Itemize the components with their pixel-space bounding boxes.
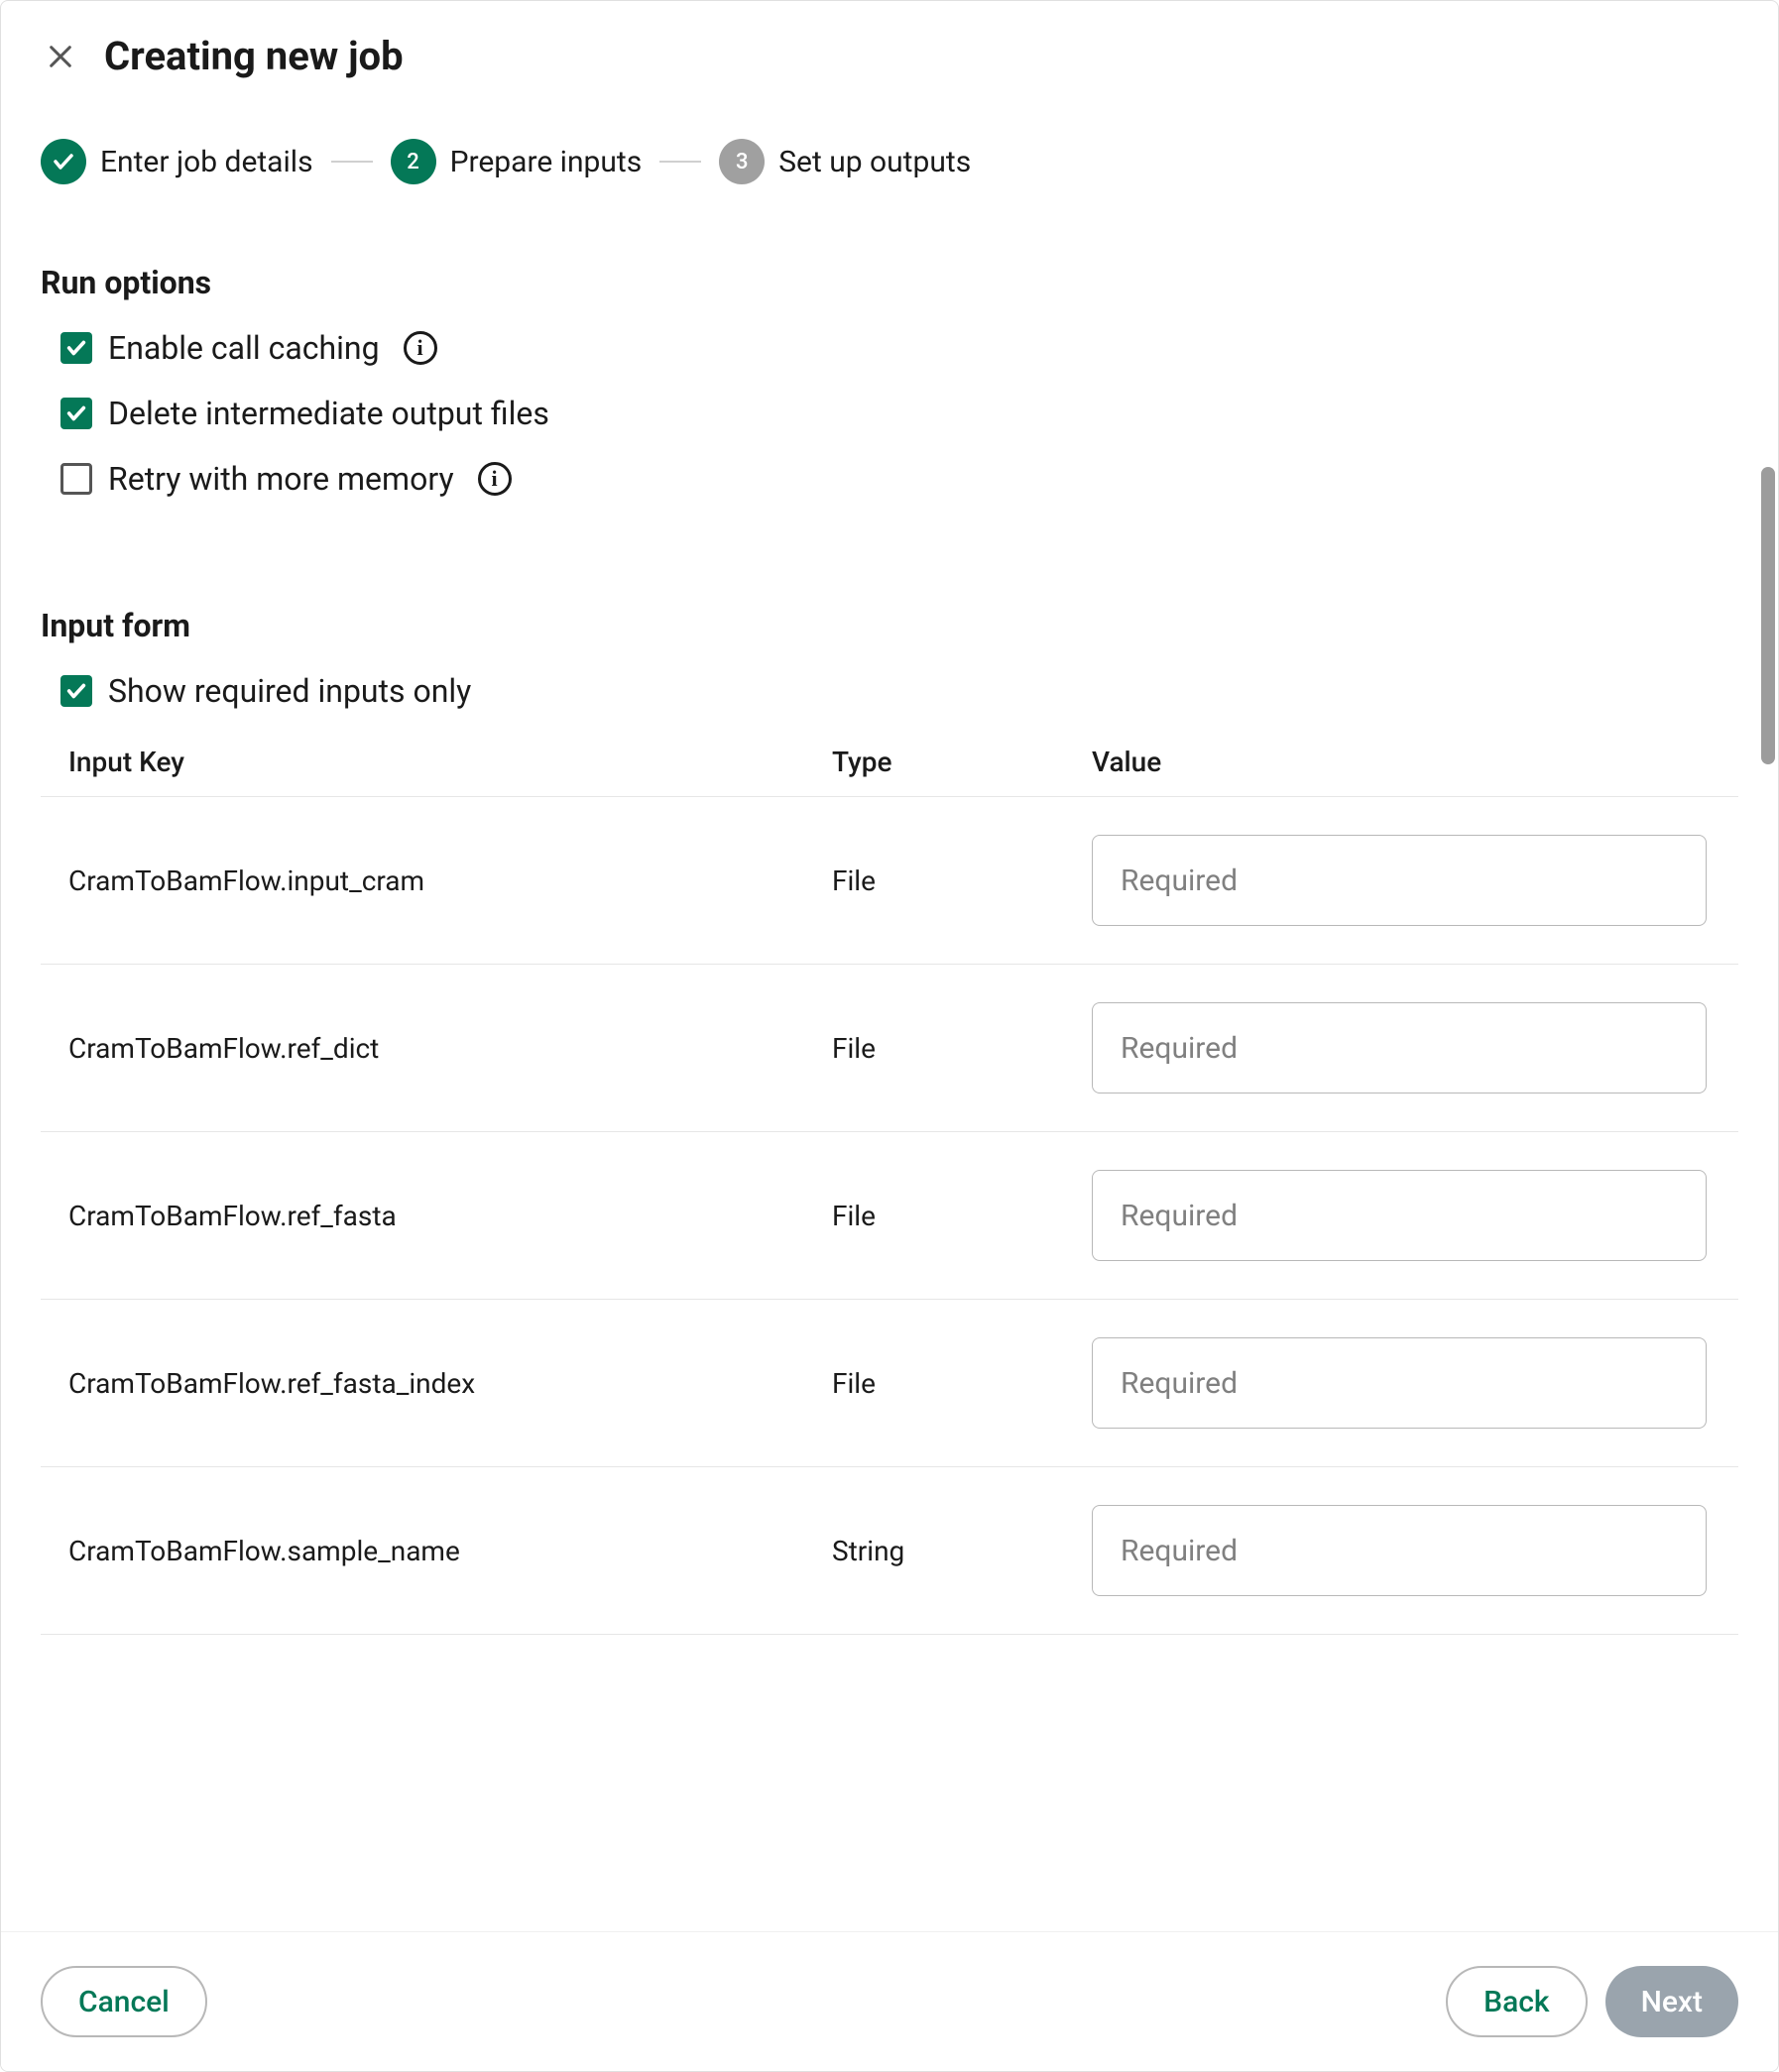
scrollbar[interactable] [1761, 467, 1775, 764]
stepper: Enter job details 2 Prepare inputs 3 Set… [41, 139, 1738, 184]
info-icon[interactable]: i [404, 331, 437, 365]
modal-footer: Cancel Back Next [1, 1931, 1778, 2071]
input-key: CramToBamFlow.input_cram [68, 864, 832, 897]
table-row: CramToBamFlow.ref_fasta_index File [41, 1300, 1738, 1467]
input-key: CramToBamFlow.ref_fasta [68, 1200, 832, 1232]
checkbox[interactable] [60, 332, 92, 364]
col-header-type: Type [832, 746, 1092, 778]
input-key: CramToBamFlow.sample_name [68, 1535, 832, 1567]
input-type: String [832, 1535, 1092, 1567]
footer-right: Back Next [1446, 1966, 1738, 2037]
step-label: Set up outputs [778, 145, 971, 179]
step-label: Enter job details [100, 145, 313, 179]
option-show-required-only: Show required inputs only [41, 672, 1738, 710]
step-number-icon: 3 [719, 139, 765, 184]
next-button[interactable]: Next [1605, 1966, 1738, 2037]
cancel-button[interactable]: Cancel [41, 1966, 207, 2037]
step-connector [331, 161, 373, 163]
run-options-title: Run options [41, 264, 1738, 301]
step-set-up-outputs: 3 Set up outputs [719, 139, 971, 184]
checkbox-label: Delete intermediate output files [108, 395, 549, 432]
table-row: CramToBamFlow.input_cram File [41, 797, 1738, 965]
input-form-title: Input form [41, 607, 1738, 644]
check-circle-icon [41, 139, 86, 184]
input-type: File [832, 1200, 1092, 1232]
checkbox-label: Retry with more memory [108, 460, 454, 498]
info-icon[interactable]: i [478, 462, 512, 496]
step-label: Prepare inputs [450, 145, 643, 179]
step-enter-job-details[interactable]: Enter job details [41, 139, 313, 184]
close-icon[interactable] [45, 41, 76, 72]
back-button[interactable]: Back [1446, 1966, 1587, 2037]
col-header-key: Input Key [68, 746, 832, 778]
input-type: File [832, 864, 1092, 897]
modal-body: Enter job details 2 Prepare inputs 3 Set… [1, 99, 1778, 1931]
modal-title: Creating new job [104, 33, 404, 79]
value-input[interactable] [1092, 1002, 1707, 1094]
option-delete-intermediate-files: Delete intermediate output files [60, 395, 1738, 432]
input-table-header: Input Key Type Value [41, 728, 1738, 797]
input-key: CramToBamFlow.ref_dict [68, 1032, 832, 1065]
option-retry-with-memory: Retry with more memory i [60, 460, 1738, 498]
checkbox[interactable] [60, 675, 92, 707]
input-type: File [832, 1367, 1092, 1400]
run-options-group: Enable call caching i Delete intermediat… [41, 329, 1738, 498]
checkbox[interactable] [60, 398, 92, 429]
step-prepare-inputs[interactable]: 2 Prepare inputs [391, 139, 643, 184]
col-header-value: Value [1092, 746, 1711, 778]
value-input[interactable] [1092, 1337, 1707, 1429]
value-input[interactable] [1092, 1170, 1707, 1261]
checkbox-label: Show required inputs only [108, 672, 471, 710]
table-row: CramToBamFlow.sample_name String [41, 1467, 1738, 1635]
checkbox[interactable] [60, 463, 92, 495]
modal-header: Creating new job [1, 1, 1778, 99]
step-connector [659, 161, 701, 163]
value-input[interactable] [1092, 1505, 1707, 1596]
step-number-icon: 2 [391, 139, 436, 184]
value-input[interactable] [1092, 835, 1707, 926]
table-row: CramToBamFlow.ref_dict File [41, 965, 1738, 1132]
create-job-modal: Creating new job Enter job details 2 Pre… [0, 0, 1779, 2072]
option-enable-call-caching: Enable call caching i [60, 329, 1738, 367]
table-row: CramToBamFlow.ref_fasta File [41, 1132, 1738, 1300]
input-type: File [832, 1032, 1092, 1065]
checkbox-label: Enable call caching [108, 329, 380, 367]
input-key: CramToBamFlow.ref_fasta_index [68, 1367, 832, 1400]
